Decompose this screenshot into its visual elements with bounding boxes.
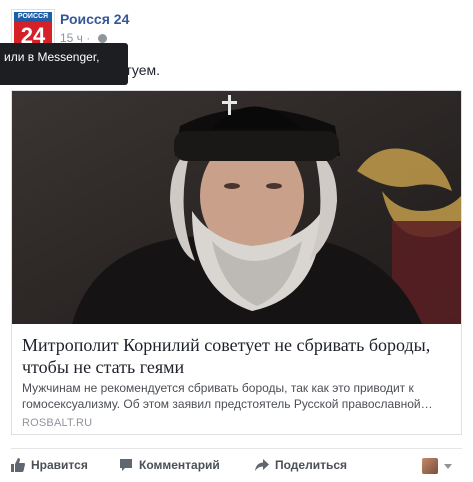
link-preview-card[interactable]: Митрополит Корнилий советует не сбривать… — [11, 90, 462, 435]
thumbs-up-icon — [11, 458, 25, 472]
avatar-logo-top: РОИССЯ — [14, 12, 52, 22]
post-actions-bar: Нравится Комментарий Поделиться — [11, 448, 462, 482]
chevron-down-icon[interactable] — [444, 464, 452, 469]
link-preview-image[interactable] — [12, 91, 461, 324]
tooltip-text: или в Messenger, — [4, 50, 100, 64]
share-button[interactable]: Поделиться — [255, 458, 347, 472]
comment-button[interactable]: Комментарий — [119, 458, 220, 472]
link-description: Мужчинам не рекомендуется сбривать бород… — [22, 381, 433, 411]
comment-label: Комментарий — [139, 458, 220, 472]
like-button[interactable]: Нравится — [11, 458, 88, 472]
share-label: Поделиться — [275, 458, 348, 472]
viewer-avatar[interactable] — [422, 458, 438, 474]
page-name-link[interactable]: Роисся 24 — [60, 11, 129, 27]
link-domain: ROSBALT.RU — [22, 417, 93, 429]
globe-icon — [97, 34, 107, 43]
share-arrow-icon — [255, 459, 269, 471]
messenger-tooltip: или в Messenger, — [0, 43, 128, 85]
link-title[interactable]: Митрополит Корнилий советует не сбривать… — [22, 334, 452, 378]
portrait-illustration — [12, 91, 461, 324]
like-label: Нравится — [31, 458, 88, 472]
speech-bubble-icon — [120, 459, 132, 471]
